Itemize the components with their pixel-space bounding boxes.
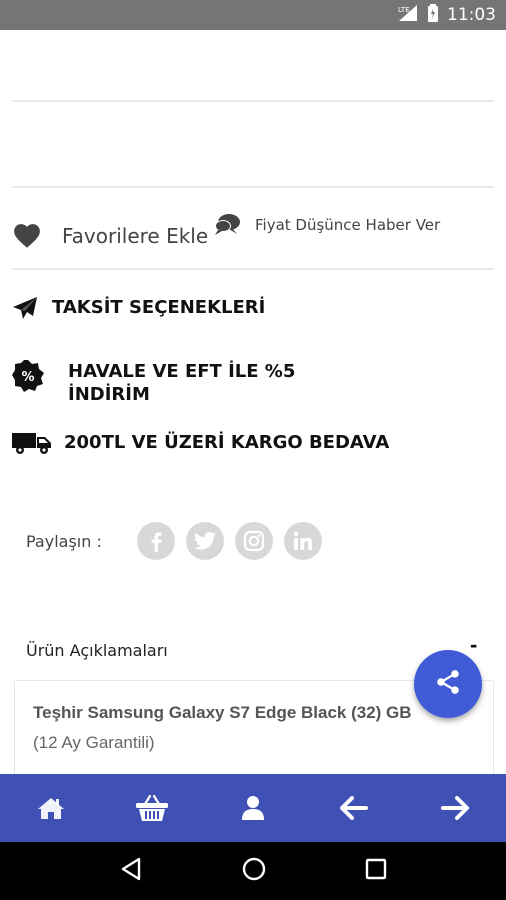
product-name: Teşhir Samsung Galaxy S7 Edge Black (32)… bbox=[33, 703, 412, 722]
truck-icon bbox=[12, 431, 64, 460]
svg-text:%: % bbox=[21, 370, 34, 385]
bottom-navigation bbox=[0, 774, 506, 842]
signal-icon: LTE bbox=[397, 4, 419, 27]
product-warranty: (12 Ay Garantili) bbox=[33, 733, 155, 752]
svg-text:LTE: LTE bbox=[398, 6, 410, 14]
feature-free-shipping: 200TL VE ÜZERİ KARGO BEDAVA bbox=[12, 431, 389, 460]
favorites-row: Favorilere Ekle Fiyat Düşünce Haber Ver bbox=[0, 200, 506, 260]
paper-plane-icon bbox=[12, 296, 52, 325]
divider bbox=[12, 100, 494, 102]
user-icon[interactable] bbox=[223, 783, 283, 833]
feature-installments: TAKSİT SEÇENEKLERİ bbox=[12, 296, 265, 325]
heart-icon[interactable] bbox=[12, 222, 42, 254]
feature-free-shipping-text: 200TL VE ÜZERİ KARGO BEDAVA bbox=[64, 432, 390, 453]
back-icon[interactable] bbox=[119, 857, 143, 886]
feature-installments-text: TAKSİT SEÇENEKLERİ bbox=[52, 297, 266, 318]
percent-badge-icon: % bbox=[12, 360, 68, 397]
share-fab[interactable] bbox=[414, 650, 482, 718]
divider bbox=[12, 186, 494, 188]
twitter-icon[interactable] bbox=[186, 522, 224, 560]
feature-transfer-discount: % HAVALE VE EFT İLE %5 İNDİRİM bbox=[12, 360, 295, 406]
basket-icon[interactable] bbox=[122, 783, 182, 833]
arrow-left-icon[interactable] bbox=[324, 783, 384, 833]
feature-transfer-discount-text: HAVALE VE EFT İLE %5 İNDİRİM bbox=[68, 361, 296, 405]
share-icon bbox=[434, 668, 462, 701]
home-circle-icon[interactable] bbox=[241, 856, 267, 887]
price-alert-link[interactable]: Fiyat Düşünce Haber Ver bbox=[255, 216, 440, 234]
linkedin-icon[interactable] bbox=[284, 522, 322, 560]
recents-icon[interactable] bbox=[365, 858, 387, 885]
home-icon[interactable] bbox=[21, 783, 81, 833]
instagram-icon[interactable] bbox=[235, 522, 273, 560]
facebook-icon[interactable] bbox=[137, 522, 175, 560]
arrow-right-icon[interactable] bbox=[425, 783, 485, 833]
chat-bubbles-icon[interactable] bbox=[212, 212, 242, 243]
share-label: Paylaşın : bbox=[26, 532, 102, 551]
status-bar: LTE 11:03 bbox=[0, 0, 506, 30]
divider bbox=[12, 268, 494, 270]
battery-icon bbox=[427, 3, 439, 27]
collapse-toggle[interactable]: - bbox=[470, 632, 477, 658]
add-to-favorites-link[interactable]: Favorilere Ekle bbox=[62, 224, 208, 248]
system-navigation-bar bbox=[0, 842, 506, 900]
product-description-title[interactable]: Ürün Açıklamaları bbox=[26, 641, 168, 660]
status-time: 11:03 bbox=[447, 5, 496, 25]
